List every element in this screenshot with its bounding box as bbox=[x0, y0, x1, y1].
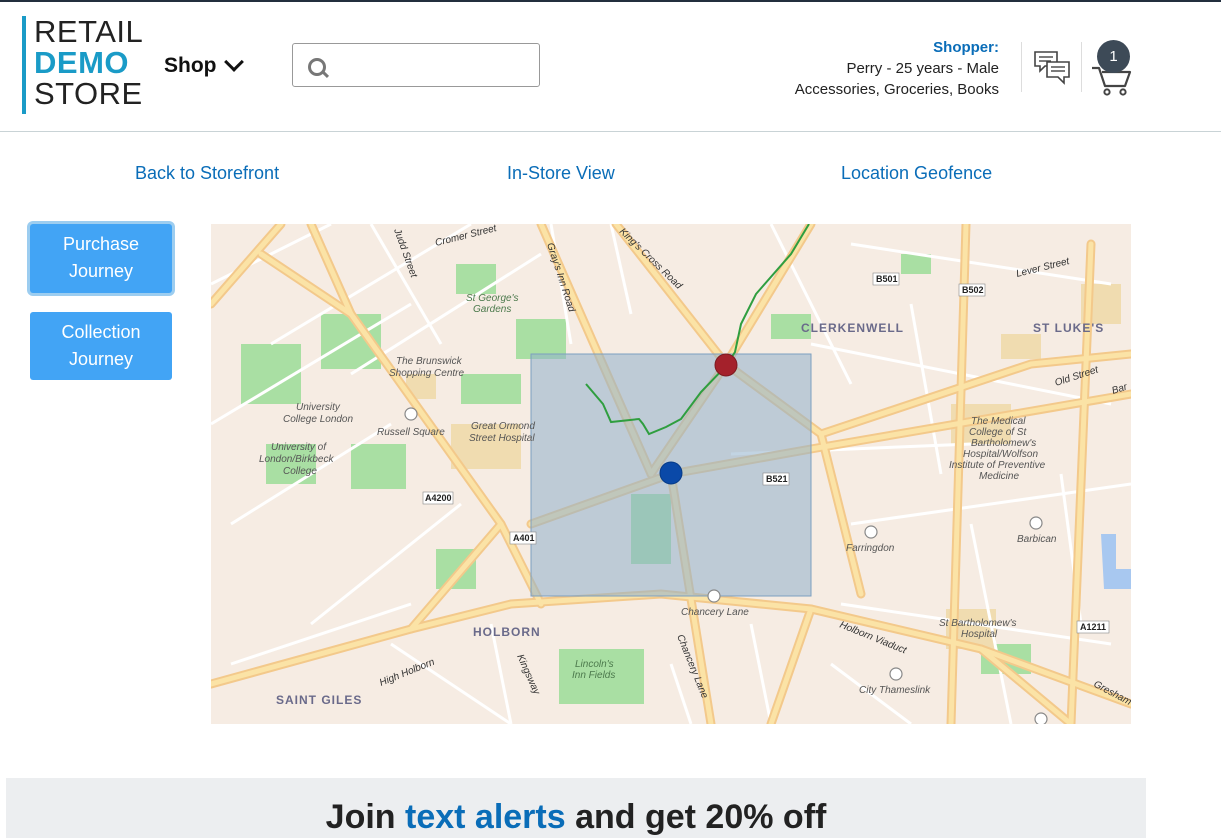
place-label: Great Ormond bbox=[471, 421, 535, 432]
collection-journey-button[interactable]: Collection Journey bbox=[30, 312, 172, 380]
shield-label: B501 bbox=[876, 274, 898, 284]
logo-line-1: RETAIL bbox=[34, 14, 144, 49]
promo-banner: Join text alerts and get 20% off bbox=[6, 778, 1146, 838]
area-label: SAINT GILES bbox=[276, 693, 362, 707]
place-label: Hospital bbox=[961, 629, 998, 640]
promo-text-post: and get 20% off bbox=[565, 798, 827, 836]
road-label: King's Cross Road bbox=[617, 226, 684, 292]
station-label: Farringdon bbox=[846, 543, 895, 554]
button-label: Journey bbox=[68, 261, 134, 281]
place-label: St George's bbox=[466, 293, 519, 304]
water bbox=[1101, 534, 1131, 589]
search-icon bbox=[308, 58, 326, 76]
promo-text-pre: Join bbox=[325, 798, 405, 836]
shop-label: Shop bbox=[164, 54, 217, 77]
place-label: The Medical bbox=[971, 416, 1026, 427]
header-divider bbox=[1081, 42, 1082, 92]
cart-count-badge: 1 bbox=[1097, 40, 1130, 73]
destination-marker[interactable] bbox=[714, 353, 738, 377]
shopper-interests: Accessories, Groceries, Books bbox=[794, 81, 999, 98]
shopper-profile: Perry - 25 years - Male bbox=[846, 60, 999, 77]
place-label: Street Hospital bbox=[469, 433, 535, 444]
chat-icon[interactable] bbox=[1033, 50, 1071, 86]
in-store-view-link[interactable]: In-Store View bbox=[507, 163, 615, 184]
place-label: St Bartholomew's bbox=[939, 618, 1017, 629]
place-label: College London bbox=[283, 414, 353, 425]
station-label: Chancery Lane bbox=[681, 607, 749, 618]
place-label: Bartholomew's bbox=[971, 438, 1036, 449]
button-label: Journey bbox=[68, 349, 134, 369]
place-label: Inn Fields bbox=[572, 670, 615, 681]
button-label: Purchase bbox=[62, 234, 140, 254]
shopper-label: Shopper: bbox=[933, 39, 999, 56]
site-header: RETAIL DEMO STORE Shop Shopper: Perry - … bbox=[0, 2, 1221, 132]
header-divider bbox=[1021, 42, 1022, 92]
station-label: City Thameslink bbox=[859, 685, 931, 696]
chevron-down-icon bbox=[223, 52, 244, 72]
road-label: Judd Street bbox=[391, 226, 420, 280]
back-to-storefront-link[interactable]: Back to Storefront bbox=[135, 163, 279, 184]
place-label: Institute of Preventive bbox=[949, 460, 1046, 471]
road-label: Kingsway bbox=[514, 653, 542, 697]
station-label: Barbican bbox=[1017, 534, 1057, 545]
current-location-marker[interactable] bbox=[659, 461, 683, 485]
place-label: Shopping Centre bbox=[389, 368, 464, 379]
shopper-info[interactable]: Shopper: Perry - 25 years - Male Accesso… bbox=[795, 37, 999, 100]
text-alerts-link[interactable]: text alerts bbox=[405, 798, 566, 836]
shield-label: A4200 bbox=[425, 493, 452, 503]
place-label: University bbox=[296, 402, 341, 413]
button-label: Collection bbox=[61, 322, 141, 342]
road-label: Old Street bbox=[1054, 364, 1101, 389]
place-label: Gardens bbox=[473, 304, 511, 315]
map-view[interactable]: CLERKENWELL ST LUKE'S HOLBORN SAINT GILE… bbox=[211, 224, 1131, 724]
place-label: Hospital/Wolfson bbox=[963, 449, 1038, 460]
promo-text: Join text alerts and get 20% off bbox=[6, 798, 1146, 837]
place-label: Medicine bbox=[979, 471, 1019, 482]
area-label: ST LUKE'S bbox=[1033, 321, 1104, 335]
retail-demo-store-logo[interactable]: RETAIL DEMO STORE bbox=[22, 16, 143, 114]
place-label: College of St bbox=[969, 427, 1027, 438]
shield-label: A1211 bbox=[1080, 622, 1106, 632]
place-label: University of bbox=[271, 442, 327, 453]
purchase-journey-button[interactable]: Purchase Journey bbox=[30, 224, 172, 293]
logo-line-3: STORE bbox=[34, 76, 143, 111]
place-label: London/Birkbeck bbox=[259, 454, 334, 465]
logo-line-2: DEMO bbox=[34, 45, 129, 80]
shop-menu-button[interactable]: Shop bbox=[164, 52, 244, 78]
place-label: Lincoln's bbox=[575, 659, 614, 670]
area-label: HOLBORN bbox=[473, 625, 541, 639]
shield-label: B521 bbox=[766, 474, 788, 484]
place-label: College bbox=[283, 466, 317, 477]
road-label: Gray's Inn Road bbox=[544, 242, 577, 314]
shield-label: A401 bbox=[513, 533, 535, 543]
location-geofence-link[interactable]: Location Geofence bbox=[841, 163, 992, 184]
area-label: CLERKENWELL bbox=[801, 321, 904, 335]
search-box[interactable] bbox=[292, 43, 540, 87]
road-label: High Holborn bbox=[378, 657, 437, 689]
station-label: Russell Square bbox=[377, 427, 445, 438]
place-label: The Brunswick bbox=[396, 356, 463, 367]
shield-label: B502 bbox=[962, 285, 984, 295]
search-input[interactable] bbox=[333, 52, 532, 80]
map-canvas[interactable]: CLERKENWELL ST LUKE'S HOLBORN SAINT GILE… bbox=[211, 224, 1131, 724]
